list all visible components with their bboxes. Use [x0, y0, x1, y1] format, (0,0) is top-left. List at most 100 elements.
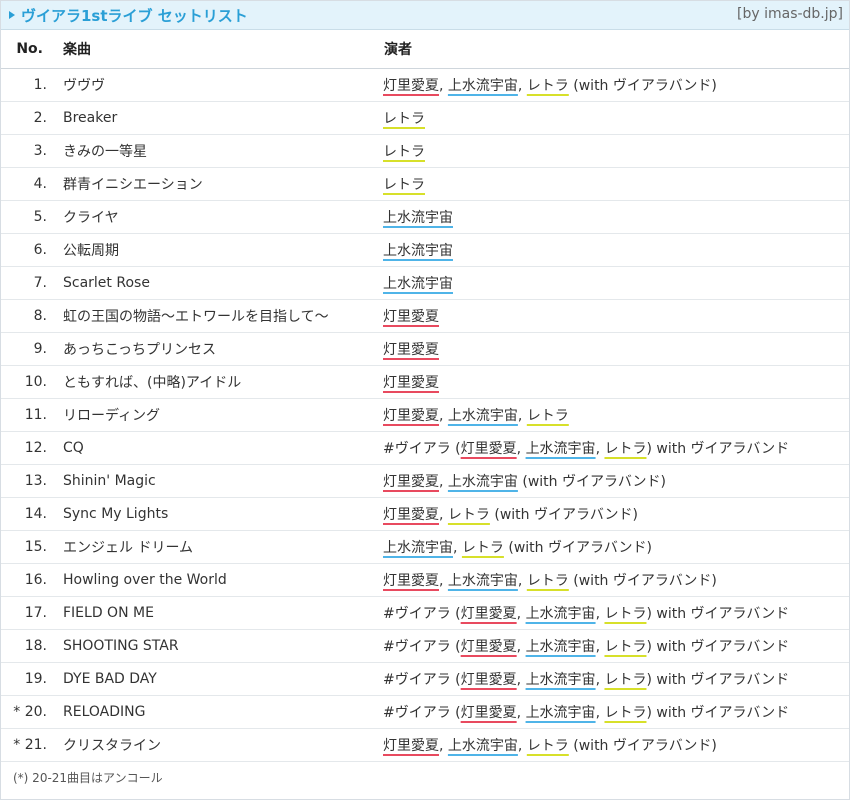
song-title: Sync My Lights	[57, 497, 383, 531]
song-number: 16.	[1, 563, 57, 597]
band-suffix: ) with ヴイアラバンド	[646, 441, 790, 457]
song-title: DYE BAD DAY	[57, 662, 383, 696]
song-title: Breaker	[57, 101, 383, 135]
performer-link-mizu[interactable]: 上水流宇宙	[526, 639, 596, 655]
performer-cell: 灯里愛夏	[383, 332, 849, 366]
performer-link-akari[interactable]: 灯里愛夏	[383, 309, 439, 325]
performer-link-akari[interactable]: 灯里愛夏	[461, 705, 517, 721]
performer-link-retora[interactable]: レトラ	[604, 705, 646, 721]
band-suffix: ) with ヴイアラバンド	[646, 639, 790, 655]
table-row: 10. ともすれば、(中略)アイドル 灯里愛夏	[1, 365, 849, 399]
performer-cell: #ヴイアラ (灯里愛夏, 上水流宇宙, レトラ) with ヴイアラバンド	[383, 629, 849, 663]
performer-link-retora[interactable]: レトラ	[604, 606, 646, 622]
performer-link-akari[interactable]: 灯里愛夏	[383, 474, 439, 490]
song-title: ヴヴヴ	[57, 68, 383, 102]
performer-link-mizu[interactable]: 上水流宇宙	[383, 210, 453, 226]
performer-cell: レトラ	[383, 167, 849, 201]
performer-link-akari[interactable]: 灯里愛夏	[383, 78, 439, 94]
performer-link-retora[interactable]: レトラ	[527, 738, 569, 754]
song-title: きみの一等星	[57, 134, 383, 168]
title-bar: ヴイアラ1stライブ セットリスト [by imas-db.jp]	[1, 1, 849, 30]
performer-link-mizu[interactable]: 上水流宇宙	[526, 441, 596, 457]
performer-link-mizu[interactable]: 上水流宇宙	[448, 78, 518, 94]
setlist-table: No. 楽曲 演者 1. ヴヴヴ 灯里愛夏, 上水流宇宙, レトラ (with ヴイ…	[1, 30, 849, 762]
performer-cell: レトラ	[383, 134, 849, 168]
song-title: 虹の王国の物語〜エトワールを目指して〜	[57, 299, 383, 333]
performer-link-akari[interactable]: 灯里愛夏	[383, 408, 439, 424]
performer-link-akari[interactable]: 灯里愛夏	[461, 639, 517, 655]
unit-prefix: #ヴイアラ (	[383, 606, 461, 622]
table-row: * 20. RELOADING #ヴイアラ (灯里愛夏, 上水流宇宙, レトラ) w…	[1, 695, 849, 729]
table-row: 18. SHOOTING STAR #ヴイアラ (灯里愛夏, 上水流宇宙, レトラ)…	[1, 629, 849, 663]
encore-footnote: (*) 20-21曲目はアンコール	[13, 771, 163, 785]
performer-cell: 灯里愛夏, 上水流宇宙, レトラ (with ヴイアラバンド)	[383, 68, 849, 102]
performer-link-akari[interactable]: 灯里愛夏	[461, 441, 517, 457]
performer-link-retora[interactable]: レトラ	[448, 507, 490, 523]
song-number: 3.	[1, 134, 57, 168]
performer-link-mizu[interactable]: 上水流宇宙	[448, 573, 518, 589]
performer-link-akari[interactable]: 灯里愛夏	[383, 342, 439, 358]
performer-link-mizu[interactable]: 上水流宇宙	[448, 474, 518, 490]
table-row: 8. 虹の王国の物語〜エトワールを目指して〜 灯里愛夏	[1, 299, 849, 333]
performer-link-retora[interactable]: レトラ	[383, 111, 425, 127]
performer-link-retora[interactable]: レトラ	[604, 441, 646, 457]
performer-link-retora[interactable]: レトラ	[604, 639, 646, 655]
column-header-song: 楽曲	[57, 30, 383, 69]
performer-link-akari[interactable]: 灯里愛夏	[461, 606, 517, 622]
song-number: * 21.	[1, 728, 57, 762]
column-header-no: No.	[1, 30, 57, 69]
performer-link-akari[interactable]: 灯里愛夏	[461, 672, 517, 688]
performer-link-mizu[interactable]: 上水流宇宙	[448, 408, 518, 424]
unit-prefix: #ヴイアラ (	[383, 639, 461, 655]
performer-cell: 上水流宇宙, レトラ (with ヴイアラバンド)	[383, 530, 849, 564]
column-header-performer: 演者	[383, 30, 849, 69]
performer-link-retora[interactable]: レトラ	[527, 408, 569, 424]
song-title: クリスタライン	[57, 728, 383, 762]
performer-link-retora[interactable]: レトラ	[527, 78, 569, 94]
expand-triangle-icon[interactable]	[9, 11, 15, 19]
table-row: 4. 群青イニシエーション レトラ	[1, 167, 849, 201]
performer-cell: レトラ	[383, 101, 849, 135]
performer-link-mizu[interactable]: 上水流宇宙	[383, 243, 453, 259]
performer-cell: #ヴイアラ (灯里愛夏, 上水流宇宙, レトラ) with ヴイアラバンド	[383, 695, 849, 729]
performer-link-mizu[interactable]: 上水流宇宙	[383, 276, 453, 292]
performer-cell: 上水流宇宙	[383, 266, 849, 300]
unit-prefix: #ヴイアラ (	[383, 441, 461, 457]
source-credit[interactable]: [by imas-db.jp]	[737, 6, 843, 22]
performer-link-retora[interactable]: レトラ	[383, 144, 425, 160]
table-row: * 21. クリスタライン 灯里愛夏, 上水流宇宙, レトラ (with ヴイアラバ…	[1, 728, 849, 762]
song-number: 10.	[1, 365, 57, 399]
performer-link-retora[interactable]: レトラ	[462, 540, 504, 556]
song-number: 15.	[1, 530, 57, 564]
table-row: 6. 公転周期 上水流宇宙	[1, 233, 849, 267]
song-number: 4.	[1, 167, 57, 201]
setlist-title: ヴイアラ1stライブ セットリスト	[21, 6, 248, 25]
song-number: 13.	[1, 464, 57, 498]
performer-link-mizu[interactable]: 上水流宇宙	[526, 606, 596, 622]
performer-link-retora[interactable]: レトラ	[604, 672, 646, 688]
song-title: エンジェル ドリーム	[57, 530, 383, 564]
song-number: 18.	[1, 629, 57, 663]
table-row: 5. クライヤ 上水流宇宙	[1, 200, 849, 234]
performer-link-mizu[interactable]: 上水流宇宙	[526, 672, 596, 688]
band-suffix: (with ヴイアラバンド)	[517, 474, 666, 490]
band-suffix: ) with ヴイアラバンド	[646, 672, 790, 688]
song-title: RELOADING	[57, 695, 383, 729]
performer-cell: 灯里愛夏, 上水流宇宙, レトラ (with ヴイアラバンド)	[383, 728, 849, 762]
performer-link-retora[interactable]: レトラ	[383, 177, 425, 193]
performer-link-akari[interactable]: 灯里愛夏	[383, 375, 439, 391]
band-suffix: (with ヴイアラバンド)	[568, 738, 717, 754]
performer-link-akari[interactable]: 灯里愛夏	[383, 738, 439, 754]
performer-link-retora[interactable]: レトラ	[527, 573, 569, 589]
band-suffix: ) with ヴイアラバンド	[646, 705, 790, 721]
performer-link-akari[interactable]: 灯里愛夏	[383, 573, 439, 589]
performer-link-mizu[interactable]: 上水流宇宙	[526, 705, 596, 721]
table-row: 17. FIELD ON ME #ヴイアラ (灯里愛夏, 上水流宇宙, レトラ) w…	[1, 596, 849, 630]
performer-link-akari[interactable]: 灯里愛夏	[383, 507, 439, 523]
song-number: 17.	[1, 596, 57, 630]
band-suffix: (with ヴイアラバンド)	[568, 78, 717, 94]
performer-link-mizu[interactable]: 上水流宇宙	[383, 540, 453, 556]
song-number: * 20.	[1, 695, 57, 729]
performer-link-mizu[interactable]: 上水流宇宙	[448, 738, 518, 754]
table-row: 3. きみの一等星 レトラ	[1, 134, 849, 168]
